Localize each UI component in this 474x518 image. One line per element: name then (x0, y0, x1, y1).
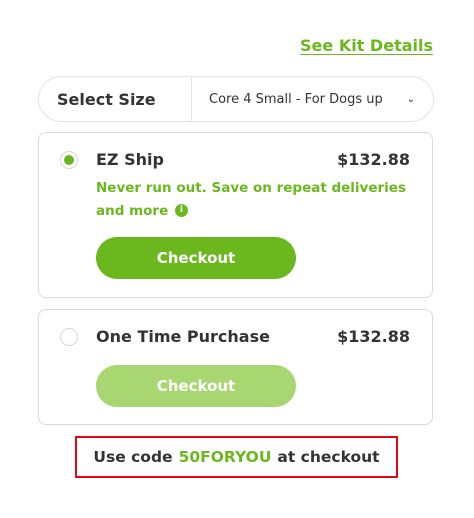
ez-ship-promo: Never run out. Save on repeat deliveries… (96, 177, 406, 223)
size-dropdown[interactable]: Core 4 Small - For Dogs up ⌄ (192, 77, 433, 121)
ez-ship-price: $132.88 (337, 150, 410, 169)
chevron-down-icon: ⌄ (406, 93, 415, 105)
promo-code: 50FORYOU (178, 448, 272, 466)
info-icon[interactable]: i (174, 203, 188, 217)
one-time-purchase-checkout-button[interactable]: Checkout (96, 365, 296, 407)
one-time-purchase-option-card[interactable]: One Time Purchase $132.88 Checkout (38, 309, 433, 425)
size-selector: Select Size Core 4 Small - For Dogs up ⌄ (38, 76, 434, 122)
ez-ship-option-card[interactable]: EZ Ship $132.88 Never run out. Save on r… (38, 132, 433, 298)
ez-ship-promo-text: Never run out. Save on repeat deliveries… (96, 180, 406, 219)
one-time-purchase-title: One Time Purchase (96, 327, 270, 346)
promo-code-prefix: Use code (93, 448, 173, 466)
see-kit-details-link[interactable]: See Kit Details (300, 36, 433, 55)
promo-code-suffix: at checkout (277, 448, 380, 466)
purchase-panel: See Kit Details Select Size Core 4 Small… (0, 0, 474, 518)
ez-ship-radio[interactable] (60, 151, 78, 169)
select-size-label: Select Size (57, 89, 156, 109)
ez-ship-checkout-button[interactable]: Checkout (96, 237, 296, 279)
ez-ship-title: EZ Ship (96, 150, 164, 169)
radio-selected-dot (64, 155, 74, 165)
size-dropdown-value: Core 4 Small - For Dogs up (209, 91, 383, 107)
one-time-purchase-radio[interactable] (60, 328, 78, 346)
promo-code-banner: Use code 50FORYOU at checkout (75, 436, 398, 478)
one-time-purchase-price: $132.88 (337, 327, 410, 346)
